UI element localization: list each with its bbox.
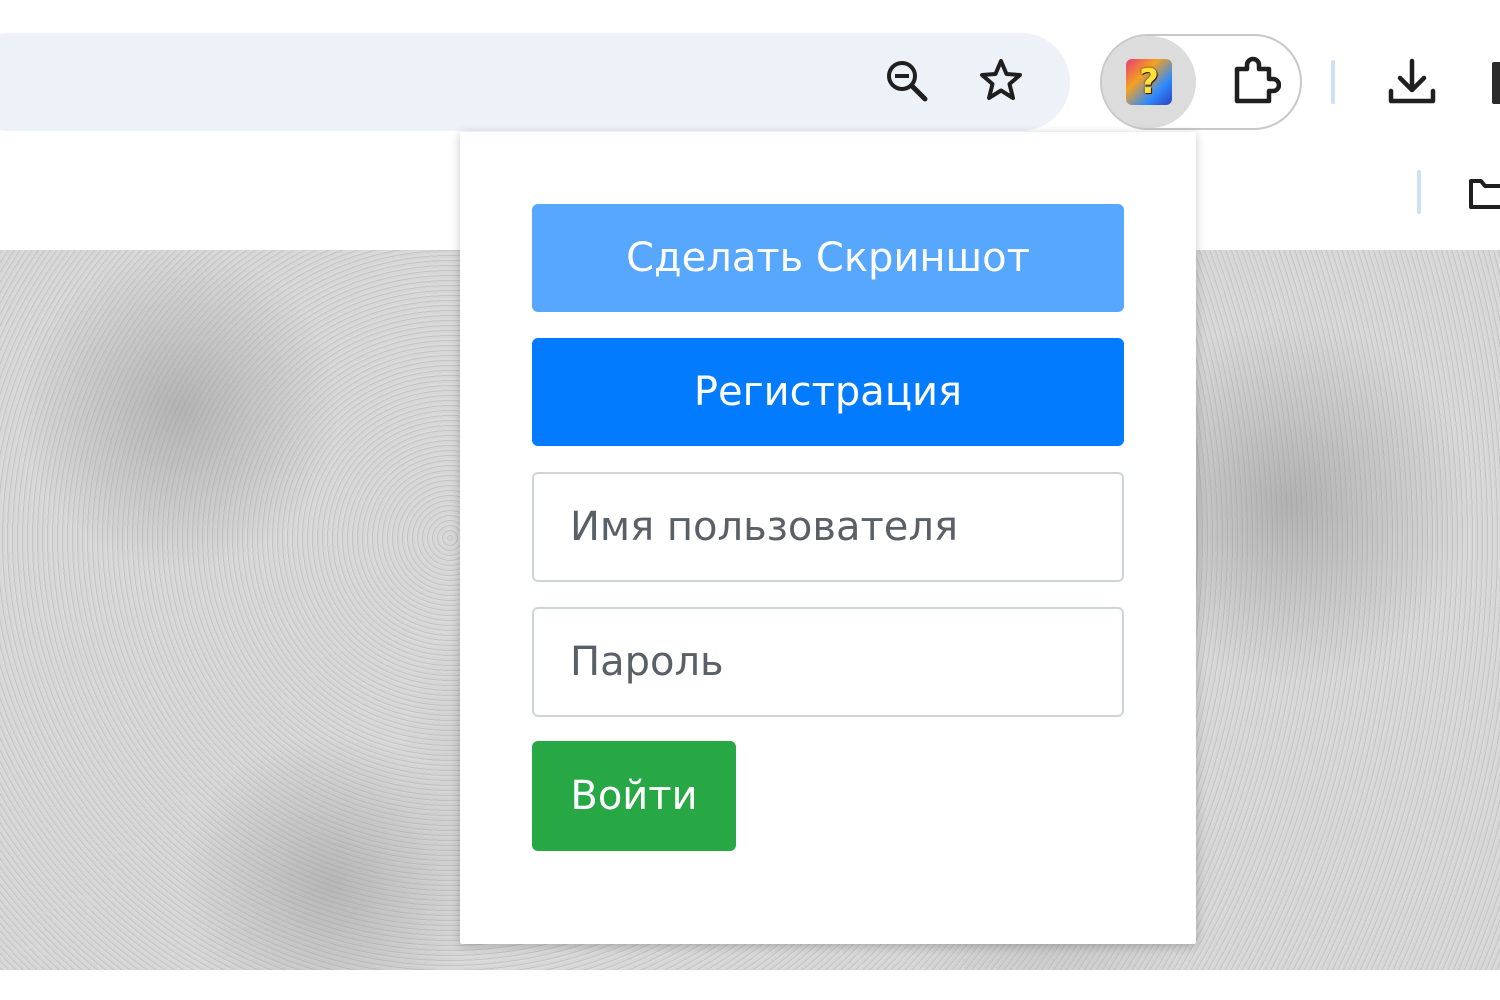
download-icon-svg — [1388, 58, 1436, 104]
page-bottom-strip — [0, 970, 1500, 1000]
menu-edge-icon[interactable] — [1492, 62, 1500, 104]
extensions-puzzle-icon-svg — [1234, 56, 1281, 104]
zoom-out-icon-svg — [887, 61, 928, 102]
extension-app-icon: ? — [1126, 59, 1172, 105]
bookmarks-bar-divider — [1417, 170, 1421, 214]
extension-app-button[interactable]: ? — [1102, 36, 1196, 128]
browser-window: ? Сделать Скриншот Регистрация Имя польз… — [0, 0, 1500, 1000]
extension-popup: Сделать Скриншот Регистрация Войти — [460, 132, 1196, 944]
take-screenshot-button[interactable]: Сделать Скриншот — [532, 204, 1124, 312]
register-button[interactable]: Регистрация — [532, 338, 1124, 446]
username-input[interactable] — [532, 472, 1124, 582]
bookmark-star-icon-svg — [980, 59, 1022, 100]
folder-icon-svg — [1469, 179, 1500, 209]
download-icon[interactable] — [1382, 52, 1442, 112]
toolbar-divider — [1331, 60, 1335, 104]
bookmark-star-icon[interactable] — [975, 54, 1027, 106]
password-input[interactable] — [532, 607, 1124, 717]
folder-icon[interactable] — [1466, 172, 1500, 212]
extension-logo-glyph: ? — [1139, 62, 1159, 102]
zoom-out-icon[interactable] — [880, 54, 932, 106]
login-button[interactable]: Войти — [532, 741, 736, 851]
extensions-puzzle-icon[interactable] — [1224, 54, 1284, 110]
